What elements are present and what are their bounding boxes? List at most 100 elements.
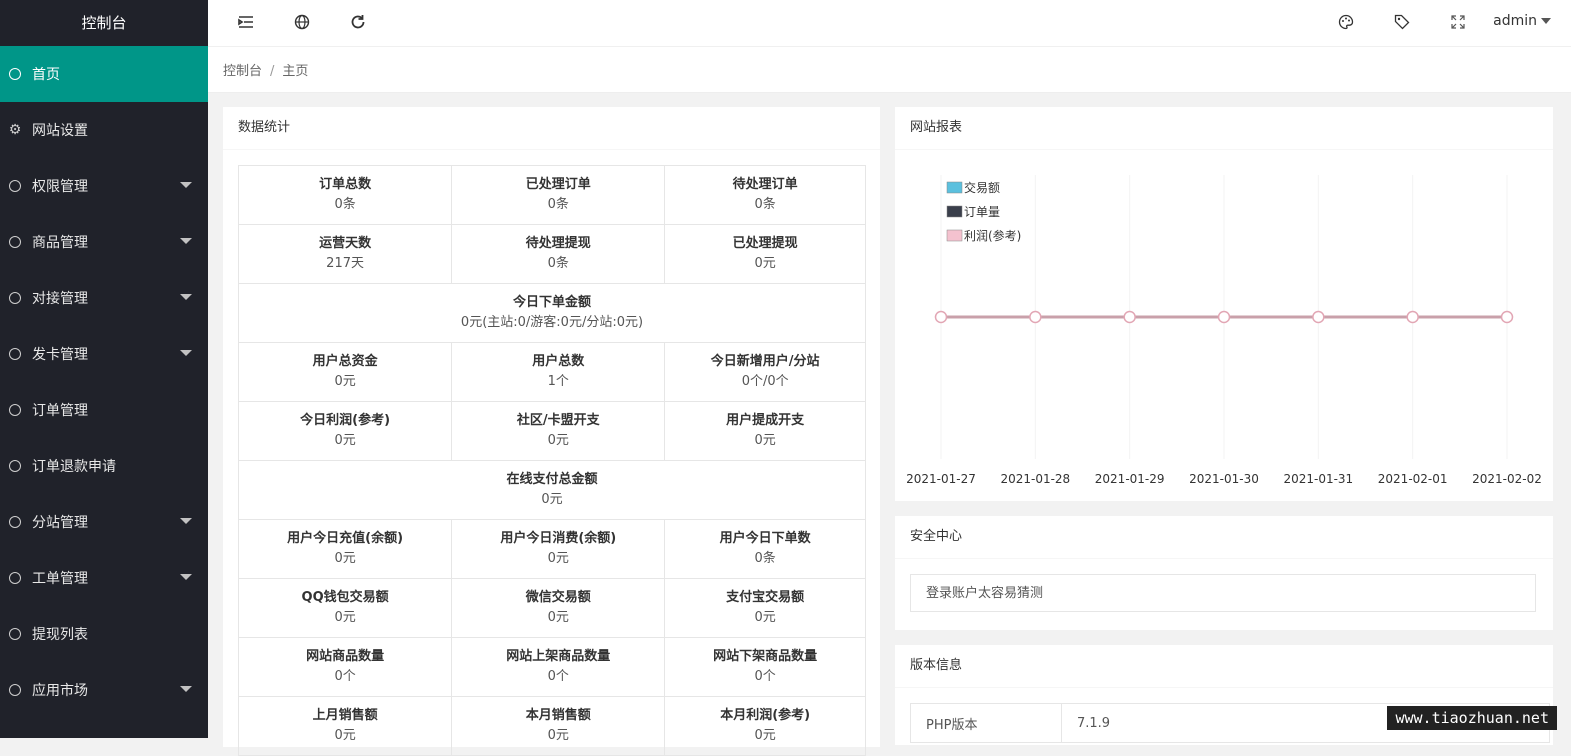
stat-cell: 用户总数 1个 bbox=[451, 342, 666, 402]
x-tick-label: 2021-02-02 bbox=[1472, 472, 1542, 486]
top-header: admin bbox=[208, 0, 1571, 47]
stat-value: 0元(主站:0/游客:0元/分站:0元) bbox=[460, 315, 644, 330]
stat-label: 社区/卡盟开支 bbox=[516, 413, 600, 428]
chevron-down-icon bbox=[180, 350, 192, 356]
circle-icon bbox=[9, 348, 21, 360]
sidebar: 控制台 首页 ⚙ 网站设置 权限管理 商品管理 对接管理 发卡管理 订单管理 订单退款申请 分站管… bbox=[0, 0, 208, 738]
report-title: 网站报表 bbox=[895, 107, 1553, 150]
data-point bbox=[1123, 310, 1136, 324]
stat-value: 0元 bbox=[334, 374, 356, 389]
stat-label: 今日下单金额 bbox=[512, 295, 591, 310]
stat-label: 已处理订单 bbox=[525, 177, 591, 192]
chevron-down-icon bbox=[180, 238, 192, 244]
chevron-down-icon bbox=[180, 574, 192, 580]
sidebar-item-label: 商品管理 bbox=[32, 235, 88, 251]
stat-cell: 已处理提现 0元 bbox=[664, 224, 866, 284]
stat-label: 今日利润(参考) bbox=[300, 413, 391, 428]
sidebar-item[interactable]: 订单管理 bbox=[0, 382, 208, 438]
data-point bbox=[1500, 310, 1514, 324]
report-chart: 2021-01-27 2021-01-28 2021-01-29 2021-01-30… bbox=[906, 175, 1542, 486]
sidebar-item[interactable]: 商品管理 bbox=[0, 214, 208, 270]
sidebar-item-label: 订单退款申请 bbox=[32, 459, 116, 475]
stat-value: 0元 bbox=[754, 610, 776, 625]
stat-cell: 网站下架商品数量 0个 bbox=[664, 637, 866, 697]
circle-icon bbox=[9, 180, 21, 192]
tag-icon[interactable] bbox=[1392, 13, 1412, 33]
stat-cell: 本月销售额 0元 bbox=[451, 696, 666, 756]
stat-cell: 待处理订单 0条 bbox=[664, 165, 866, 225]
stat-cell: 今日新增用户/分站 0个/0个 bbox=[664, 342, 866, 402]
stat-value: 217天 bbox=[326, 256, 364, 271]
stat-label: 待处理订单 bbox=[732, 177, 798, 192]
stat-value: 0条 bbox=[547, 256, 569, 271]
stat-value: 0元 bbox=[334, 728, 356, 743]
sidebar-item[interactable]: 分站管理 bbox=[0, 494, 208, 550]
stat-value: 0条 bbox=[754, 197, 776, 212]
chevron-down-icon bbox=[180, 182, 192, 188]
sidebar-item[interactable]: 发卡管理 bbox=[0, 326, 208, 382]
stat-value: 0元 bbox=[334, 433, 356, 448]
x-tick-label: 2021-01-30 bbox=[1189, 472, 1259, 486]
stat-value: 0元 bbox=[547, 551, 569, 566]
sidebar-item[interactable]: 提现列表 bbox=[0, 606, 208, 662]
sidebar-item[interactable]: 订单退款申请 bbox=[0, 438, 208, 494]
breadcrumb-root[interactable]: 控制台 bbox=[223, 64, 262, 79]
sidebar-item[interactable]: 工单管理 bbox=[0, 550, 208, 606]
stat-cell: 今日下单金额 0元(主站:0/游客:0元/分站:0元) bbox=[238, 283, 866, 343]
sidebar-item[interactable]: 权限管理 bbox=[0, 158, 208, 214]
stat-label: 上月销售额 bbox=[312, 708, 378, 723]
stat-label: 用户今日消费(余额) bbox=[500, 531, 617, 546]
stats-table: 订单总数 0条 已处理订单 0条 待处理订单 0条 运营天数 217天 待处理提现 0条 已处理提现… bbox=[237, 165, 866, 756]
table-row: QQ钱包交易额 0元 微信交易额 0元 支付宝交易额 0元 bbox=[237, 578, 866, 638]
user-menu[interactable]: admin bbox=[1493, 13, 1551, 29]
table-row: 今日下单金额 0元(主站:0/游客:0元/分站:0元) bbox=[238, 283, 866, 343]
stat-label: 在线支付总金额 bbox=[506, 472, 598, 487]
stat-label: 运营天数 bbox=[319, 236, 372, 251]
table-row: 订单总数 0条 已处理订单 0条 待处理订单 0条 bbox=[237, 165, 866, 225]
sidebar-item[interactable]: ⚙ 网站设置 bbox=[0, 102, 208, 158]
breadcrumb: 控制台 / 主页 bbox=[223, 60, 308, 79]
circle-icon bbox=[9, 516, 21, 528]
security-card: 安全中心 登录账户太容易猜测 bbox=[895, 516, 1553, 630]
circle-icon bbox=[9, 68, 21, 80]
sidebar-item[interactable]: 首页 bbox=[0, 46, 208, 102]
table-row: 上月销售额 0元 本月销售额 0元 本月利润(参考) 0元 bbox=[237, 696, 866, 756]
circle-icon bbox=[9, 292, 21, 304]
table-row: 用户今日充值(余额) 0元 用户今日消费(余额) 0元 用户今日下单数 0条 bbox=[237, 519, 866, 579]
stat-label: 网站商品数量 bbox=[306, 649, 385, 664]
stat-label: 用户总数 bbox=[532, 354, 585, 369]
stat-label: 待处理提现 bbox=[525, 236, 591, 251]
breadcrumb-current: 主页 bbox=[282, 64, 309, 79]
stat-label: 用户提成开支 bbox=[726, 413, 805, 428]
stat-cell: 今日利润(参考) 0元 bbox=[237, 401, 453, 461]
data-point bbox=[1217, 310, 1231, 324]
version-card: 版本信息 PHP版本 7.1.9 bbox=[895, 645, 1553, 745]
sidebar-item-label: 对接管理 bbox=[32, 291, 88, 307]
legend-swatch bbox=[946, 181, 963, 194]
menu-fold-icon[interactable] bbox=[236, 13, 256, 33]
stat-cell: 社区/卡盟开支 0元 bbox=[451, 401, 666, 461]
sidebar-item[interactable]: 应用市场 bbox=[0, 662, 208, 718]
stat-cell: 微信交易额 0元 bbox=[451, 578, 666, 638]
sidebar-item[interactable]: 对接管理 bbox=[0, 270, 208, 326]
sidebar-item-label: 网站设置 bbox=[32, 123, 88, 139]
stat-value: 0个 bbox=[547, 669, 569, 684]
circle-icon bbox=[9, 628, 21, 640]
table-row: 在线支付总金额 0元 bbox=[238, 460, 866, 520]
legend-swatch bbox=[946, 229, 963, 242]
user-name: admin bbox=[1493, 13, 1537, 29]
sidebar-item-label: 首页 bbox=[32, 67, 60, 83]
stat-cell: 已处理订单 0条 bbox=[451, 165, 666, 225]
globe-icon[interactable] bbox=[292, 13, 312, 33]
stat-cell: 上月销售额 0元 bbox=[237, 696, 453, 756]
fullscreen-icon[interactable] bbox=[1448, 13, 1468, 33]
stat-label: QQ钱包交易额 bbox=[301, 590, 389, 605]
data-point bbox=[1029, 310, 1042, 324]
stat-value: 0个 bbox=[754, 669, 776, 684]
sidebar-nav: 首页 ⚙ 网站设置 权限管理商品管理对接管理发卡管理 订单管理订单退款申请分站管理 工单管… bbox=[0, 46, 208, 718]
refresh-icon[interactable] bbox=[348, 13, 368, 33]
stat-label: 本月利润(参考) bbox=[720, 708, 811, 723]
stat-value: 0元 bbox=[547, 728, 569, 743]
palette-icon[interactable] bbox=[1336, 13, 1356, 33]
breadcrumb-separator: / bbox=[270, 64, 275, 79]
